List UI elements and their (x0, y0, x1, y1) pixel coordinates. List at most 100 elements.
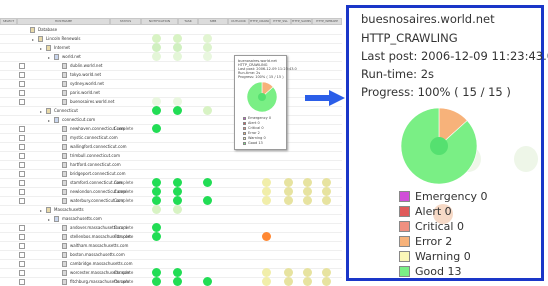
host-name-label[interactable]: hartford.connecticut.com (70, 162, 121, 168)
status-dot[interactable] (203, 196, 212, 205)
host-name-label[interactable]: wallingford.connecticut.com (70, 144, 127, 150)
status-dot[interactable] (173, 34, 182, 43)
status-dot[interactable] (284, 277, 293, 286)
status-dot[interactable] (303, 196, 312, 205)
status-dot[interactable] (173, 205, 182, 214)
status-dot[interactable] (152, 223, 161, 232)
status-dot[interactable] (203, 52, 212, 61)
expand-toggle-icon[interactable]: ▸ (40, 46, 42, 51)
status-dot[interactable] (303, 268, 312, 277)
status-dot[interactable] (284, 268, 293, 277)
status-dot[interactable] (152, 43, 161, 52)
status-dot[interactable] (173, 187, 182, 196)
row-select-checkbox[interactable] (19, 243, 25, 249)
row-select-checkbox[interactable] (19, 135, 25, 141)
row-select-checkbox[interactable] (19, 261, 25, 267)
host-name-label[interactable]: cambridge.massachusetts.com (70, 261, 132, 267)
host-name-label[interactable]: Lincoln Renewals (46, 36, 80, 42)
status-dot[interactable] (152, 277, 161, 286)
status-dot[interactable] (203, 34, 212, 43)
status-dot[interactable] (173, 106, 182, 115)
expand-toggle-icon[interactable]: ▸ (40, 208, 42, 213)
status-dot[interactable] (322, 268, 331, 277)
status-dot[interactable] (322, 178, 331, 187)
row-select-checkbox[interactable] (19, 153, 25, 159)
status-dot[interactable] (152, 196, 161, 205)
host-name-label[interactable]: buenosaires.world.net (70, 99, 114, 105)
row-select-checkbox[interactable] (19, 180, 25, 186)
expand-toggle-icon[interactable]: ▸ (48, 55, 50, 60)
status-dot[interactable] (152, 205, 161, 214)
host-name-label[interactable]: trimbull.connecticut.com (70, 153, 120, 159)
status-dot[interactable] (152, 232, 161, 241)
row-select-checkbox[interactable] (19, 225, 25, 231)
status-dot[interactable] (284, 196, 293, 205)
host-name-label[interactable]: massachusetts.com (62, 216, 102, 222)
host-name-label[interactable]: waltham.massachusetts.com (70, 243, 128, 249)
status-dot[interactable] (173, 43, 182, 52)
status-dot[interactable] (284, 178, 293, 187)
status-dot[interactable] (262, 277, 271, 286)
status-dot[interactable] (152, 97, 161, 106)
status-dot[interactable] (152, 52, 161, 61)
row-select-checkbox[interactable] (19, 198, 25, 204)
host-name-label[interactable]: Connecticut (54, 108, 78, 114)
status-dot[interactable] (322, 187, 331, 196)
row-select-checkbox[interactable] (19, 144, 25, 150)
status-dot[interactable] (152, 268, 161, 277)
row-select-checkbox[interactable] (19, 171, 25, 177)
host-name-label[interactable]: Massachusetts (54, 207, 84, 213)
status-dot[interactable] (203, 277, 212, 286)
status-dot[interactable] (152, 124, 161, 133)
status-dot[interactable] (284, 187, 293, 196)
status-dot[interactable] (262, 178, 271, 187)
status-dot[interactable] (173, 178, 182, 187)
status-dot[interactable] (262, 232, 271, 241)
status-dot[interactable] (152, 178, 161, 187)
expand-toggle-icon[interactable]: ▸ (40, 109, 42, 114)
row-select-checkbox[interactable] (19, 126, 25, 132)
host-name-label[interactable]: Internet (54, 45, 70, 51)
status-dot[interactable] (303, 178, 312, 187)
row-select-checkbox[interactable] (19, 90, 25, 96)
row-select-checkbox[interactable] (19, 72, 25, 78)
expand-toggle-icon[interactable]: ▸ (48, 118, 50, 123)
row-select-checkbox[interactable] (19, 99, 25, 105)
row-select-checkbox[interactable] (19, 81, 25, 87)
status-dot[interactable] (322, 277, 331, 286)
status-dot[interactable] (303, 187, 312, 196)
host-name-label[interactable]: sydney.world.net (70, 81, 104, 87)
status-dot[interactable] (203, 43, 212, 52)
status-dot[interactable] (262, 196, 271, 205)
row-select-checkbox[interactable] (19, 162, 25, 168)
host-name-label[interactable]: paris.world.net (70, 90, 100, 96)
row-select-checkbox[interactable] (19, 279, 25, 285)
host-name-label[interactable]: Database (38, 27, 57, 33)
status-dot[interactable] (173, 268, 182, 277)
row-select-checkbox[interactable] (19, 63, 25, 69)
status-dot[interactable] (203, 106, 212, 115)
row-select-checkbox[interactable] (19, 189, 25, 195)
status-dot[interactable] (173, 52, 182, 61)
status-dot[interactable] (303, 277, 312, 286)
host-name-label[interactable]: world.net (62, 54, 81, 60)
status-dot[interactable] (203, 178, 212, 187)
status-dot[interactable] (262, 187, 271, 196)
host-name-label[interactable]: mystic.connecticut.com (70, 135, 118, 141)
status-dot[interactable] (322, 196, 331, 205)
host-name-label[interactable]: boston.massachusetts.com (70, 252, 125, 258)
host-name-label[interactable]: dublin.world.net (70, 63, 103, 69)
status-dot[interactable] (152, 34, 161, 43)
status-dot[interactable] (262, 268, 271, 277)
expand-toggle-icon[interactable]: ▸ (32, 37, 34, 42)
host-name-label[interactable]: tokyo.world.net (70, 72, 101, 78)
status-dot[interactable] (173, 277, 182, 286)
host-name-label[interactable]: connecticut.com (62, 117, 95, 123)
status-dot[interactable] (152, 106, 161, 115)
status-dot[interactable] (173, 97, 182, 106)
row-select-checkbox[interactable] (19, 252, 25, 258)
row-select-checkbox[interactable] (19, 270, 25, 276)
expand-toggle-icon[interactable]: ▸ (48, 217, 50, 222)
status-dot[interactable] (152, 187, 161, 196)
row-select-checkbox[interactable] (19, 234, 25, 240)
